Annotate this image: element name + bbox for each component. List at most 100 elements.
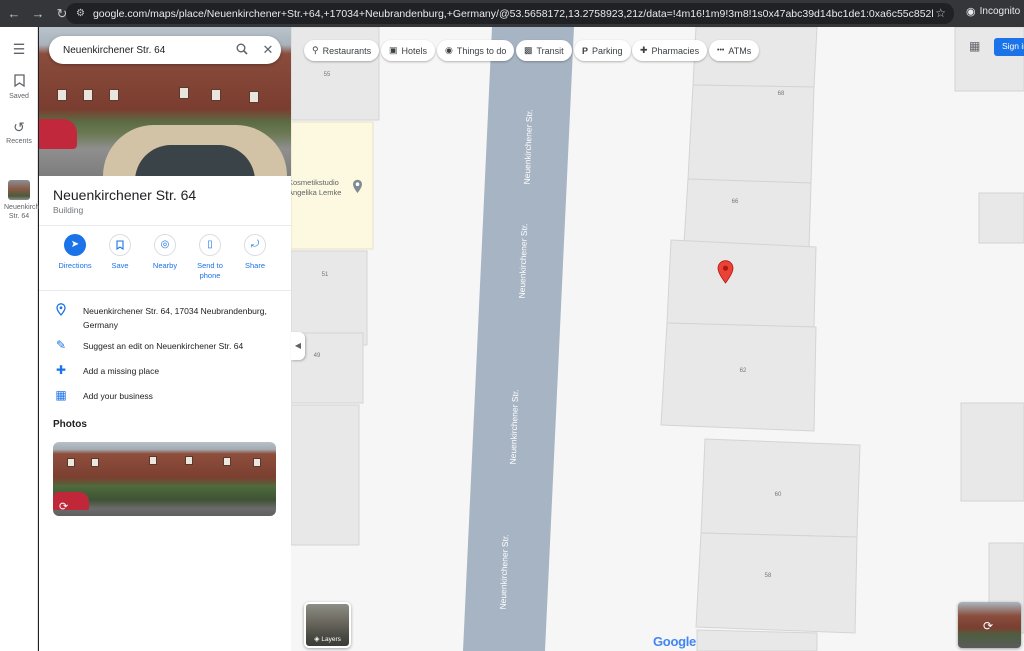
window (179, 87, 189, 99)
chip-label: Things to do (456, 45, 507, 56)
pharmacy-icon: ✚ (640, 45, 648, 55)
suggest-edit-row[interactable]: ✎ Suggest an edit on Neuenkirchener Str.… (39, 338, 291, 358)
building (687, 84, 815, 184)
rail-item-saved[interactable]: Saved (0, 74, 38, 100)
building (683, 178, 812, 250)
building (954, 27, 1024, 92)
save-button[interactable]: Save (97, 234, 143, 271)
forward-arrow-icon[interactable]: → (28, 4, 48, 24)
rail-item-recents[interactable]: ↺ Recents (0, 119, 38, 145)
window (109, 89, 119, 101)
search-input[interactable]: Neuenkirchener Str. 64 (63, 45, 229, 56)
chip-label: Restaurants (322, 45, 372, 56)
add-business-text: Add your business (83, 391, 153, 401)
red-car (39, 119, 77, 149)
action-label: Share (244, 261, 265, 270)
window (149, 456, 157, 465)
close-icon[interactable]: ✕ (255, 42, 281, 58)
chip-label: Transit (536, 45, 564, 56)
chip-parking[interactable]: P Parking (574, 40, 631, 61)
rail-item-recent-place[interactable]: Neuenkirch Str. 64 (0, 180, 39, 221)
house-number: 60 (775, 492, 782, 498)
back-arrow-icon[interactable]: ← (4, 4, 24, 24)
nearby-button[interactable]: ◎ Nearby (142, 234, 188, 271)
map-canvas[interactable]: Neuenkirchener Str. Neuenkirchener Str. … (291, 27, 1024, 651)
address-bar[interactable]: ⚙ google.com/maps/place/Neuenkirchener+S… (66, 3, 954, 24)
place-type[interactable]: Building (53, 205, 83, 215)
place-title: Neuenkirchener Str. 64 (53, 187, 197, 203)
left-rail: ☰ Saved ↺ Recents Neuenkirch Str. 64 (0, 27, 39, 651)
window (83, 89, 93, 101)
action-label: Nearby (152, 261, 178, 270)
directions-button[interactable]: ➤ Directions (52, 234, 98, 271)
window (57, 89, 67, 101)
browser-toolbar: ← → ↻ ⚙ google.com/maps/place/Neuenkirch… (0, 0, 1024, 27)
incognito-icon: ◉ (966, 6, 976, 18)
star-icon[interactable]: ☆ (935, 6, 946, 20)
collapse-panel-button[interactable]: ◀ (291, 332, 305, 360)
phone-icon: ▯ (199, 234, 221, 256)
chip-label: ATMs (728, 45, 752, 56)
add-missing-place-row[interactable]: ✚ Add a missing place (39, 363, 291, 383)
google-apps-icon[interactable]: ▦ (969, 39, 980, 53)
bookmark-icon (109, 234, 131, 256)
add-business-row[interactable]: ▦ Add your business (39, 388, 291, 408)
address-row[interactable]: Neuenkirchener Str. 64, 17034 Neubranden… (39, 303, 291, 333)
house-number: 51 (322, 272, 329, 278)
window (185, 456, 193, 465)
place-photo[interactable]: ⟳ (53, 442, 276, 516)
street-view-thumbnail[interactable]: ⟳ (958, 602, 1021, 648)
action-label: Send to phone (197, 261, 223, 280)
directions-icon: ➤ (64, 234, 86, 256)
share-button[interactable]: ⤾ Share (232, 234, 278, 271)
send-to-phone-button[interactable]: ▯ Send to phone (187, 234, 233, 281)
google-logo: Google (653, 634, 696, 649)
poi-marker-icon[interactable] (352, 179, 363, 199)
layers-icon: ◈ (314, 636, 320, 643)
address-url[interactable]: google.com/maps/place/Neuenkirchener+Str… (93, 8, 933, 20)
chip-hotels[interactable]: ▣ Hotels (381, 40, 436, 61)
selected-place-pin-icon[interactable] (717, 260, 734, 289)
window (67, 458, 75, 467)
chip-things-to-do[interactable]: ◉ Things to do (437, 40, 515, 61)
history-icon: ↺ (13, 119, 25, 135)
poi-label[interactable]: Kosmetikstudio Angelika Lemke (291, 178, 348, 198)
nearby-icon: ◎ (154, 234, 176, 256)
building (696, 629, 818, 651)
search-box[interactable]: Neuenkirchener Str. 64 ✕ (49, 36, 281, 64)
incognito-indicator[interactable]: ◉ Incognito (966, 5, 1020, 18)
bus-icon: ▩ (524, 45, 533, 55)
hamburger-menu-icon[interactable]: ☰ (0, 41, 38, 57)
action-label: Save (111, 261, 129, 270)
parking-icon: P (582, 45, 589, 56)
building (978, 192, 1024, 244)
chip-atms[interactable]: ••• ATMs (709, 40, 760, 61)
chip-transit[interactable]: ▩ Transit (516, 40, 572, 61)
street-view-360-icon: ⟳ (59, 501, 69, 513)
chip-restaurants[interactable]: ⚲ Restaurants (304, 40, 380, 61)
site-settings-icon[interactable]: ⚙ (76, 8, 85, 19)
chip-label: Pharmacies (651, 45, 700, 56)
layers-label-wrap: ◈ Layers (306, 635, 349, 643)
road (463, 27, 574, 651)
layers-button[interactable]: ◈ Layers (304, 602, 351, 648)
house-number: 68 (778, 91, 785, 97)
add-missing-place-text: Add a missing place (83, 366, 160, 376)
window (253, 458, 261, 467)
house-number: 49 (314, 353, 321, 359)
layers-label: Layers (321, 636, 341, 643)
street-view-360-icon: ⟳ (983, 619, 994, 633)
location-pin-icon (53, 303, 69, 319)
house-number: 55 (324, 72, 331, 78)
address-text: Neuenkirchener Str. 64, 17034 Neubranden… (83, 306, 267, 330)
chip-pharmacies[interactable]: ✚ Pharmacies (632, 40, 708, 61)
divider (39, 290, 291, 291)
sign-in-button[interactable]: Sign in (994, 38, 1024, 56)
search-icon[interactable] (229, 43, 255, 58)
window (91, 458, 99, 467)
action-label: Directions (58, 261, 92, 270)
fork-knife-icon: ⚲ (312, 45, 319, 55)
building (660, 322, 817, 432)
bookmark-icon (0, 74, 38, 90)
window (249, 91, 259, 103)
